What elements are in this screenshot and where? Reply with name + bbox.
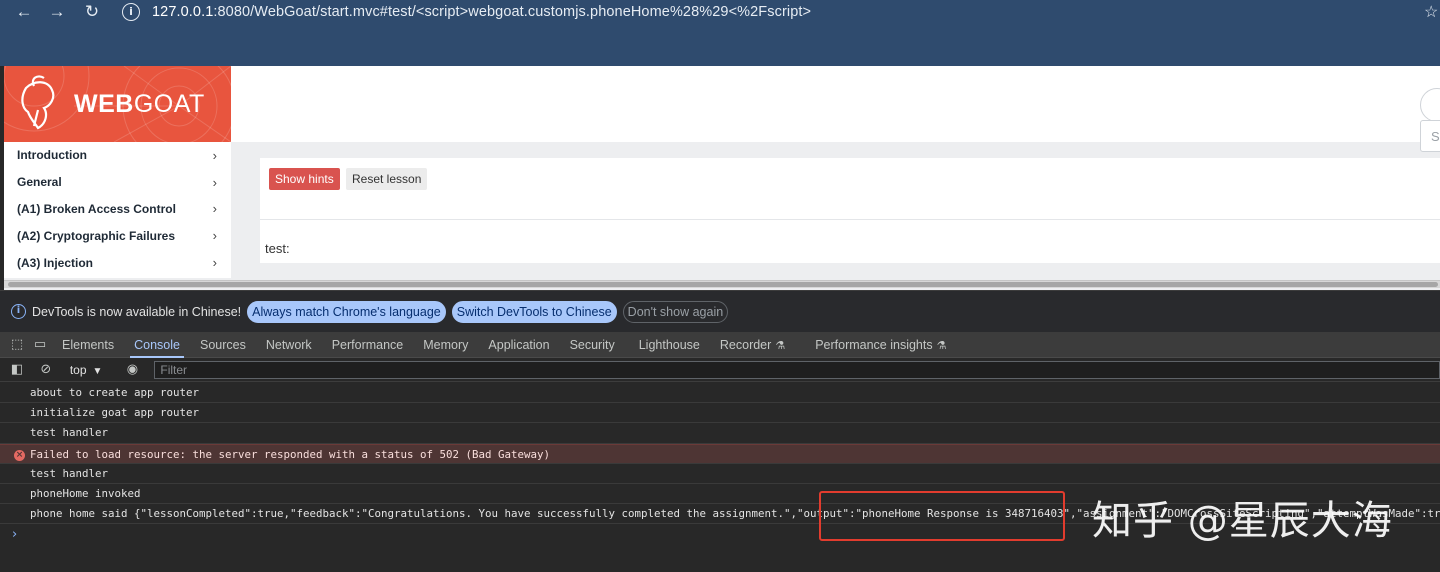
language-notice: i DevTools is now available in Chinese! … <box>0 290 1440 332</box>
user-menu-button[interactable] <box>1420 88 1440 122</box>
tab-recorder[interactable]: Recorder ⚗ <box>710 332 795 358</box>
horizontal-scrollbar[interactable] <box>4 280 1440 288</box>
top-bar <box>231 66 1440 142</box>
error-icon: × <box>14 449 25 461</box>
tab-security[interactable]: Security <box>560 332 625 358</box>
info-icon: i <box>11 304 26 319</box>
console-message: test handler <box>0 423 1440 444</box>
chevron-right-icon: › <box>212 201 217 217</box>
lesson-menu: Introduction › General › (A1) Broken Acces… <box>4 142 231 278</box>
notice-text: DevTools is now available in Chinese! <box>32 304 242 319</box>
search-input[interactable]: S <box>1420 120 1440 152</box>
lesson-content-text: test: <box>265 241 290 256</box>
url-path: :8080/WebGoat/start.mvc#test/<script>web… <box>213 4 812 20</box>
tab-memory[interactable]: Memory <box>413 332 478 358</box>
webgoat-logo[interactable]: WEBGOAT <box>4 66 231 142</box>
menu-item-a2[interactable]: (A2) Cryptographic Failures › <box>4 222 231 249</box>
forward-icon[interactable]: → <box>46 2 68 22</box>
divider <box>260 219 1440 220</box>
address-bar[interactable]: i 127.0.0.1:8080/WebGoat/start.mvc#test/… <box>118 0 1440 24</box>
chevron-right-icon: › <box>212 228 217 244</box>
device-toolbar-icon[interactable]: ▭ <box>28 337 52 352</box>
url-host: 127.0.0.1 <box>152 4 214 20</box>
reload-icon[interactable]: ↻ <box>81 2 103 22</box>
bookmark-star-icon[interactable]: ☆ <box>1424 2 1440 22</box>
tab-console[interactable]: Console <box>124 332 190 358</box>
flask-icon: ⚗ <box>936 338 947 352</box>
match-language-button[interactable]: Always match Chrome's language <box>247 300 446 323</box>
menu-item-introduction[interactable]: Introduction › <box>4 142 231 169</box>
menu-item-general[interactable]: General › <box>4 169 231 196</box>
eye-icon[interactable]: ◉ <box>120 362 144 377</box>
tab-lighthouse[interactable]: Lighthouse <box>629 332 710 358</box>
dropdown-caret-icon: ▼ <box>92 365 103 377</box>
back-icon[interactable]: ← <box>13 2 35 22</box>
tab-sources[interactable]: Sources <box>190 332 256 358</box>
logo-text: WEBGOAT <box>74 90 205 118</box>
sidebar-toggle-icon[interactable]: ◧ <box>5 362 29 377</box>
address-row: ← → ↻ i 127.0.0.1:8080/WebGoat/start.mvc… <box>0 0 1440 24</box>
context-selector[interactable]: top ▼ <box>70 363 103 377</box>
chevron-right-icon: › <box>212 255 217 271</box>
devtools-tabs: ⬚ ▭ Elements Console Sources Network Per… <box>0 332 1440 358</box>
show-hints-button[interactable]: Show hints <box>269 168 340 190</box>
watermark: 知乎 @星辰大海 <box>1092 498 1393 544</box>
console-message: initialize goat app router <box>0 403 1440 424</box>
lesson-panel: Show hints Reset lesson test: <box>260 158 1440 263</box>
scrollbar-thumb[interactable] <box>8 282 1438 287</box>
menu-item-a3[interactable]: (A3) Injection › <box>4 249 231 276</box>
console-message: about to create app router <box>0 383 1440 404</box>
page-viewport: WEBGOAT S Introduction › General › (A1) Br… <box>4 66 1440 290</box>
url-text[interactable]: 127.0.0.1:8080/WebGoat/start.mvc#test/<s… <box>152 4 811 20</box>
flask-icon: ⚗ <box>775 338 786 352</box>
console-toolbar: ◧ ⊘ top ▼ ◉ Filter <box>0 358 1440 382</box>
highlight-box <box>819 491 1065 541</box>
menu-item-a1[interactable]: (A1) Broken Access Control › <box>4 196 231 223</box>
console-message: test handler <box>0 464 1440 484</box>
browser-toolbar: ← → ↻ i 127.0.0.1:8080/WebGoat/start.mvc… <box>0 0 1440 66</box>
clear-console-icon[interactable]: ⊘ <box>34 362 58 377</box>
console-error: × Failed to load resource: the server res… <box>0 443 1440 464</box>
tab-network[interactable]: Network <box>256 332 322 358</box>
tab-performance-insights[interactable]: Performance insights ⚗ <box>805 332 956 358</box>
tab-elements[interactable]: Elements <box>52 332 124 358</box>
switch-chinese-button[interactable]: Switch DevTools to Chinese <box>451 300 617 323</box>
dont-show-again-button[interactable]: Don't show again <box>622 300 729 323</box>
reset-lesson-button[interactable]: Reset lesson <box>346 168 428 190</box>
filter-input[interactable]: Filter <box>154 360 1440 379</box>
site-info-icon[interactable]: i <box>122 3 140 21</box>
tab-performance[interactable]: Performance <box>322 332 414 358</box>
tab-application[interactable]: Application <box>478 332 559 358</box>
chevron-right-icon: › <box>212 147 217 163</box>
chevron-right-icon: › <box>212 174 217 190</box>
